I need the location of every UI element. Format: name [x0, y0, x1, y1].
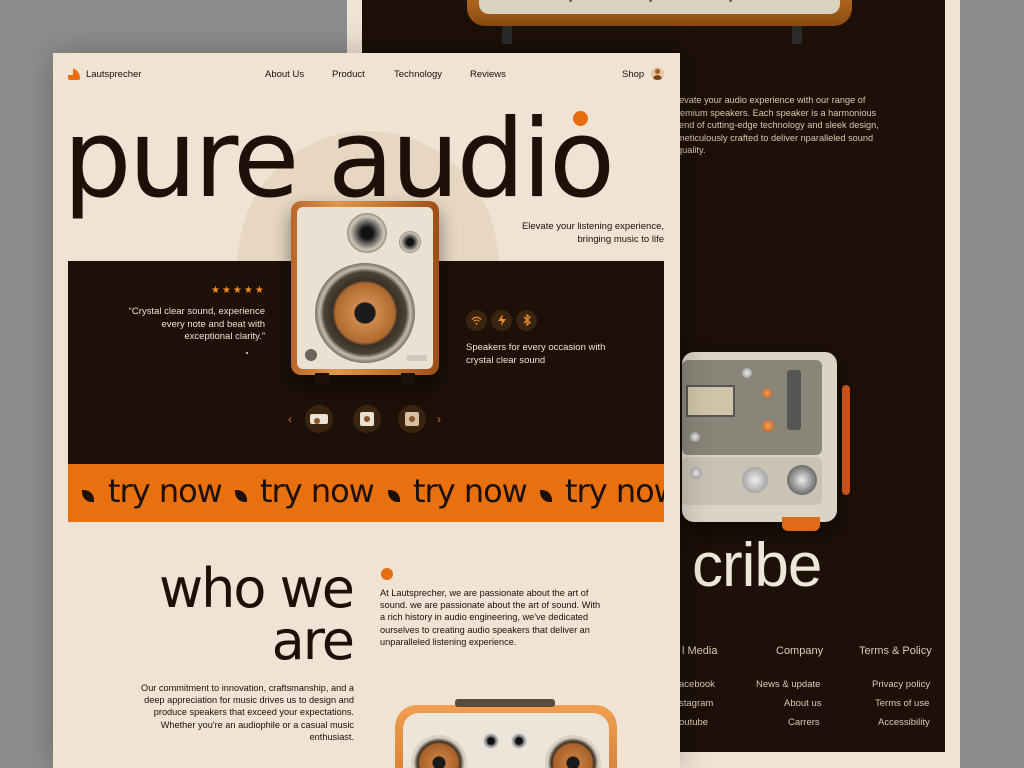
nav-reviews[interactable]: Reviews [470, 69, 506, 80]
carousel-thumb-radio[interactable] [398, 405, 426, 433]
carousel-thumb-boombox[interactable] [305, 405, 333, 433]
try-now-label[interactable]: try now [108, 472, 223, 510]
hero-accent-dot [573, 111, 588, 126]
leaf-icon [82, 490, 94, 502]
brand-name[interactable]: Lautsprecher [86, 69, 141, 80]
footer-link-terms[interactable]: Terms of use [875, 698, 929, 709]
nav-product[interactable]: Product [332, 69, 365, 80]
subscribe-heading: cribe [692, 531, 822, 600]
footer-terms-heading: Terms & Policy [859, 645, 932, 657]
footer-link-privacy[interactable]: Privacy policy [872, 679, 930, 690]
top-nav: Lautsprecher About Us Product Technology… [53, 53, 680, 97]
try-now-label[interactable]: try now [260, 472, 375, 510]
feature-text: Speakers for every occasion with crystal… [466, 342, 606, 366]
footer-social-heading: l Media [682, 645, 718, 657]
back-intro-text: levate your audio experience with our ra… [677, 95, 879, 155]
about-text: At Lautsprecher, we are passionate about… [380, 588, 601, 647]
boombox-product-image [395, 699, 617, 768]
nav-shop[interactable]: Shop [622, 69, 644, 80]
try-now-banner[interactable]: try now try now try now try now [68, 464, 664, 522]
nav-technology[interactable]: Technology [394, 69, 442, 80]
amplifier-image [682, 352, 837, 522]
user-avatar-icon[interactable] [651, 67, 664, 80]
footer-link-about[interactable]: About us [784, 698, 822, 709]
footer-company-heading: Company [776, 645, 824, 657]
footer-link-youtube[interactable]: outube [679, 717, 708, 728]
logo-icon[interactable] [68, 68, 80, 80]
rating-stars: ★★★★★ [211, 285, 266, 296]
wifi-icon [466, 310, 487, 331]
carousel-thumb-speaker[interactable] [353, 405, 381, 433]
leaf-icon [388, 490, 400, 502]
lightning-icon [491, 310, 512, 331]
who-accent-dot [381, 568, 393, 580]
leaf-icon [540, 490, 552, 502]
hero-title: pure audio [63, 97, 615, 222]
leaf-icon [235, 490, 247, 502]
commitment-text: Our commitment to innovation, craftsmans… [141, 683, 354, 742]
who-we-are-heading: who we are [159, 557, 355, 672]
footer-link-instagram[interactable]: stagram [679, 698, 713, 709]
footer-link-facebook[interactable]: acebook [679, 679, 715, 690]
carousel-next-button[interactable]: › [437, 412, 441, 426]
testimonial-quote: “Crystal clear sound, experience every n… [128, 306, 265, 342]
try-now-label[interactable]: try now [413, 472, 528, 510]
footer-link-news[interactable]: News & update [756, 679, 820, 690]
footer-link-careers[interactable]: Carrers [788, 717, 820, 728]
carousel-prev-button[interactable]: ‹ [288, 412, 292, 426]
footer-link-accessibility[interactable]: Accessibility [878, 717, 930, 728]
front-page: Lautsprecher About Us Product Technology… [53, 53, 680, 768]
bluetooth-icon [516, 310, 537, 331]
hero-subtitle: Elevate your listening experience, bring… [521, 221, 664, 245]
speaker-product-image [291, 201, 439, 383]
vintage-radio-image: ■ ■ ■ [467, 0, 852, 26]
nav-about-us[interactable]: About Us [265, 69, 304, 80]
try-now-label[interactable]: try now [565, 472, 664, 510]
